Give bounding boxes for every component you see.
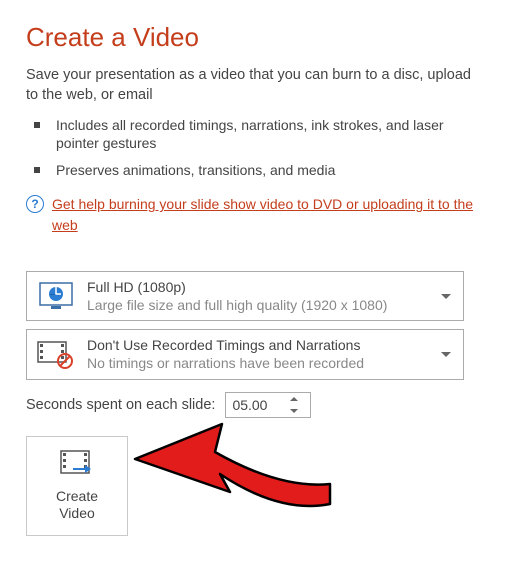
page-title: Create a Video (26, 22, 479, 53)
spinner-up-icon[interactable] (286, 393, 302, 405)
help-row: ? Get help burning your slide show video… (26, 194, 479, 235)
create-video-button[interactable]: Create Video (26, 436, 128, 536)
chevron-down-icon (441, 352, 451, 357)
chevron-down-icon (441, 294, 451, 299)
monitor-icon (35, 280, 77, 312)
seconds-spinner[interactable] (225, 392, 311, 418)
quality-subtitle: Large file size and full high quality (1… (87, 296, 437, 314)
create-video-label: Create Video (56, 488, 98, 523)
timings-title: Don't Use Recorded Timings and Narration… (87, 336, 437, 354)
quality-dropdown[interactable]: Full HD (1080p) Large file size and full… (26, 271, 464, 321)
feature-item: Preserves animations, transitions, and m… (34, 161, 479, 180)
quality-title: Full HD (1080p) (87, 278, 437, 296)
spinner-down-icon[interactable] (286, 405, 302, 417)
seconds-input[interactable] (226, 393, 286, 417)
timings-dropdown[interactable]: Don't Use Recorded Timings and Narration… (26, 329, 464, 379)
feature-list: Includes all recorded timings, narration… (34, 116, 479, 181)
video-export-icon (59, 449, 95, 482)
seconds-row: Seconds spent on each slide: (26, 392, 479, 418)
feature-item: Includes all recorded timings, narration… (34, 116, 479, 154)
annotation-arrow-icon (130, 414, 340, 524)
film-no-icon (35, 338, 77, 370)
timings-subtitle: No timings or narrations have been recor… (87, 354, 437, 372)
seconds-label: Seconds spent on each slide: (26, 397, 215, 413)
help-link[interactable]: Get help burning your slide show video t… (52, 194, 479, 235)
help-icon: ? (26, 195, 44, 213)
page-subtitle: Save your presentation as a video that y… (26, 65, 479, 106)
